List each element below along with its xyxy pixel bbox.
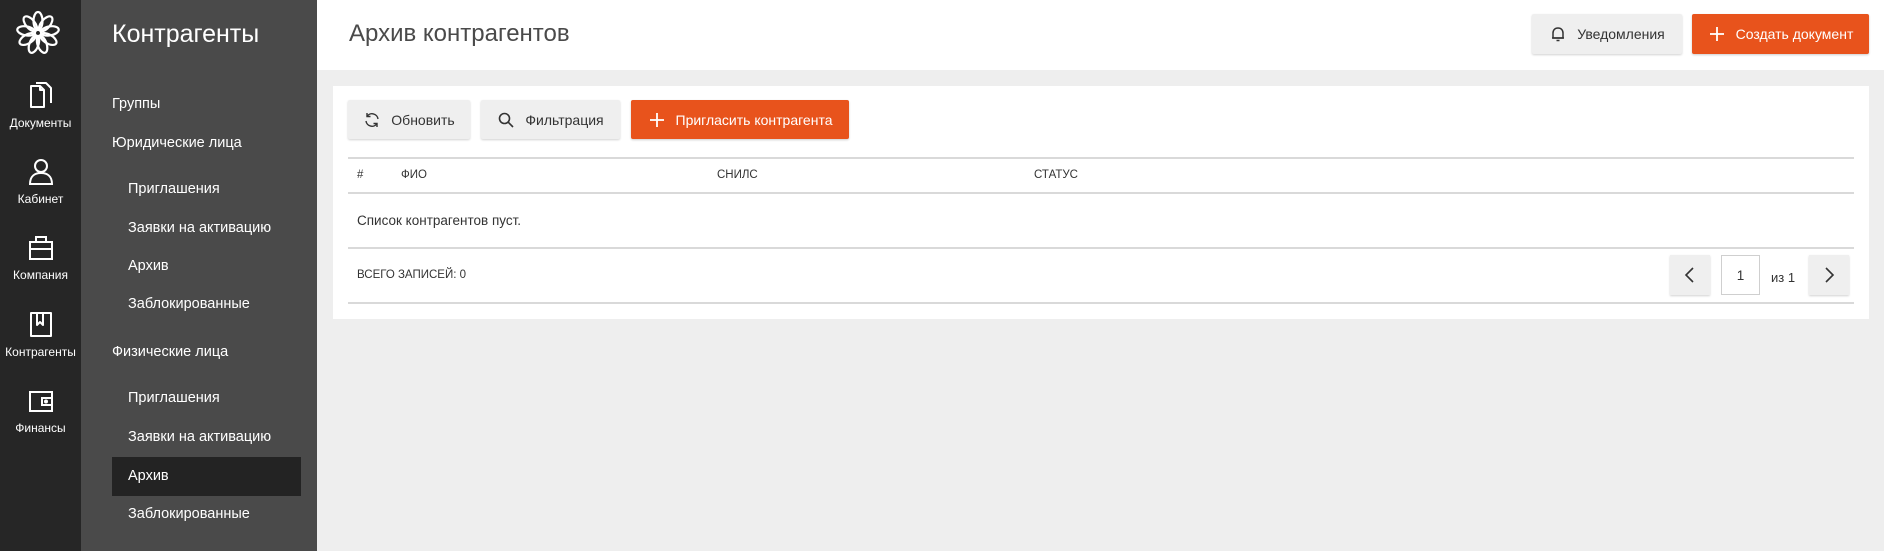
column-header-snils[interactable]: СНИЛС [717,169,758,181]
plus-icon [649,112,664,127]
rail-item-counterparties[interactable]: Контрагенты [0,310,81,374]
section-sidebar: Контрагенты Группы Юридические лица Приг… [81,0,317,551]
sidebar-item-groups[interactable]: Группы [112,96,160,112]
rail-item-label: Кабинет [17,192,64,206]
chevron-right-icon [1825,267,1835,283]
sidebar-group-individuals[interactable]: Физические лица [112,344,228,360]
column-header-full-name[interactable]: ФИО [401,169,427,181]
total-records: ВСЕГО ЗАПИСЕЙ: 0 [357,269,467,281]
icon-rail: Документы Кабинет Компания Контрагенты Ф… [0,0,81,551]
sidebar-item-legal-blocked[interactable]: Заблокированные [112,285,301,324]
chevron-left-icon [1684,267,1694,283]
rail-item-cabinet[interactable]: Кабинет [0,157,81,221]
prev-page-button[interactable] [1670,255,1710,295]
empty-state-text: Список контрагентов пуст. [357,213,522,228]
page-number-input[interactable] [1721,255,1760,295]
rail-item-label: Финансы [15,421,66,435]
sidebar-item-individual-activation-requests[interactable]: Заявки на активацию [112,418,301,457]
page-count-label: из 1 [1771,270,1796,285]
refresh-label: Обновить [391,111,455,128]
logo-icon [16,10,60,54]
bookmark-book-icon [29,312,52,337]
plus-icon [1709,27,1724,41]
divider [348,247,1854,249]
filter-label: Фильтрация [525,111,604,128]
create-document-label: Создать документ [1735,26,1854,42]
refresh-icon [365,112,379,127]
sidebar-item-legal-activation-requests[interactable]: Заявки на активацию [112,209,301,248]
notifications-label: Уведомления [1577,26,1665,42]
sidebar-item-legal-archive[interactable]: Архив [112,247,301,286]
table-header: # ФИО СНИЛС СТАТУС [348,157,1854,194]
next-page-button[interactable] [1809,255,1849,295]
briefcase-icon [28,236,53,260]
rail-item-label: Компания [13,268,68,282]
rail-item-company[interactable]: Компания [0,233,81,297]
page-header: Архив контрагентов Уведомления Создать д… [317,0,1884,70]
sidebar-item-individual-invitations[interactable]: Приглашения [112,379,301,418]
documents-icon [29,82,52,108]
archive-card: Обновить Фильтрация Пригласить контраген… [333,86,1869,319]
bell-icon [1552,27,1565,42]
sidebar-item-legal-invitations[interactable]: Приглашения [112,170,301,209]
divider [348,302,1854,304]
invite-counterparty-label: Пригласить контрагента [675,111,833,128]
user-icon [28,159,53,185]
filter-button[interactable]: Фильтрация [481,100,620,139]
sidebar-item-individual-archive[interactable]: Архив [112,457,301,496]
page-title: Архив контрагентов [349,20,570,47]
sidebar-group-legal-entities[interactable]: Юридические лица [112,135,242,151]
column-header-number[interactable]: # [357,169,363,181]
sidebar-title: Контрагенты [112,20,260,48]
column-header-status[interactable]: СТАТУС [1034,169,1078,181]
rail-item-label: Документы [9,116,72,130]
refresh-button[interactable]: Обновить [348,100,470,139]
rail-item-label: Контрагенты [5,345,76,359]
sidebar-item-individual-blocked[interactable]: Заблокированные [112,495,301,534]
invite-counterparty-button[interactable]: Пригласить контрагента [631,100,849,139]
rail-item-documents[interactable]: Документы [0,81,81,145]
notifications-button[interactable]: Уведомления [1532,14,1682,54]
create-document-button[interactable]: Создать документ [1692,14,1869,54]
rail-item-finance[interactable]: Финансы [0,386,81,450]
wallet-icon [28,391,53,412]
search-icon [499,112,514,128]
